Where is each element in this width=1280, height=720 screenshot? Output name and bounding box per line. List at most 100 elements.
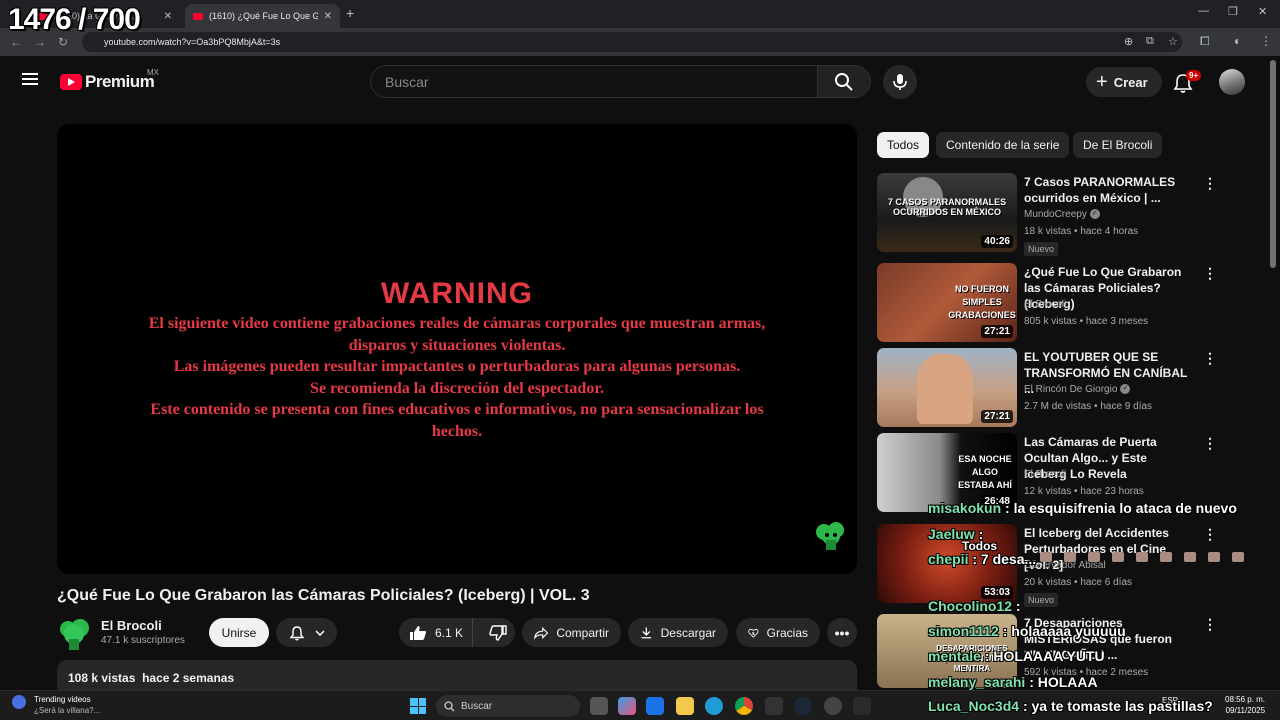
recommendation-item[interactable]: NO FUERON SIMPLES GRABACIONES 27:21 ¿Qué… bbox=[877, 263, 1217, 345]
recommendation-channel[interactable]: El Brocoli bbox=[1024, 469, 1066, 480]
browser-menu-icon[interactable]: ⋮ bbox=[1260, 34, 1272, 48]
chip-series-content[interactable]: Contenido de la serie bbox=[936, 132, 1070, 158]
video-thumbnail[interactable]: 27:21 bbox=[877, 348, 1017, 427]
extensions-icon[interactable]: ⧠ bbox=[1200, 34, 1210, 49]
chat-text: : HOLAAAA YUTU bbox=[984, 648, 1105, 664]
maximize-icon[interactable]: ❐ bbox=[1228, 5, 1238, 18]
search-input[interactable] bbox=[371, 66, 817, 97]
stream-counter: 1476 / 700 bbox=[8, 3, 141, 36]
store-icon[interactable] bbox=[646, 697, 664, 715]
dislike-button[interactable] bbox=[481, 618, 515, 647]
voice-search-button[interactable] bbox=[883, 65, 917, 99]
share-button[interactable]: Compartir bbox=[522, 618, 621, 647]
back-icon[interactable]: ← bbox=[10, 35, 22, 49]
more-vertical-icon[interactable]: ⋮ bbox=[1203, 265, 1217, 282]
tab-label: (1610) ¿Qué Fue Lo Que Grabaron bbox=[209, 11, 318, 21]
close-tab-icon[interactable]: ✕ bbox=[164, 11, 172, 22]
start-menu-icon[interactable] bbox=[410, 698, 426, 714]
recommendation-channel[interactable]: El Rincón De Giorgio ✓ bbox=[1024, 384, 1131, 395]
user-avatar[interactable] bbox=[1219, 69, 1245, 95]
file-explorer-icon[interactable] bbox=[676, 697, 694, 715]
omnibox[interactable]: youtube.com/watch?v=Oa3bPQ8MbjA&t=3s ⊕ ⧉… bbox=[82, 32, 1182, 52]
channel-name: El Rincón De Giorgio bbox=[1024, 384, 1118, 395]
system-clock[interactable]: 08:56 p. m. 09/11/2025 bbox=[1225, 694, 1265, 716]
views: 18 k vistas bbox=[1024, 226, 1072, 237]
view-and-date: 108 k vistas hace 2 semanas bbox=[68, 671, 234, 685]
age: hace 9 días bbox=[1100, 401, 1153, 412]
chat-user: mentale bbox=[928, 648, 981, 664]
download-button[interactable]: Descargar bbox=[628, 618, 728, 647]
search-box[interactable] bbox=[370, 65, 818, 98]
channel-avatar[interactable] bbox=[57, 617, 91, 651]
new-badge: Nuevo bbox=[1024, 593, 1059, 607]
more-vertical-icon[interactable]: ⋮ bbox=[1203, 526, 1217, 543]
clock-date: 09/11/2025 bbox=[1225, 706, 1266, 715]
warning-line: El siguiente video contiene grabaciones … bbox=[148, 315, 766, 332]
search-button[interactable] bbox=[817, 65, 871, 98]
youtube-favicon-icon bbox=[193, 12, 203, 20]
youtube-play-icon bbox=[60, 74, 82, 90]
more-vertical-icon[interactable]: ⋮ bbox=[1203, 435, 1217, 452]
new-tab-icon[interactable]: + bbox=[346, 5, 354, 21]
profile-icon[interactable]: ◐ bbox=[1234, 34, 1241, 48]
video-thumbnail[interactable]: NO FUERON SIMPLES GRABACIONES 27:21 bbox=[877, 263, 1017, 342]
recommendation-item[interactable]: 27:21 EL YOUTUBER QUE SE TRANSFORMÓ EN C… bbox=[877, 348, 1217, 430]
close-window-icon[interactable]: ✕ bbox=[1258, 5, 1267, 18]
recommendation-item[interactable]: 7 CASOS PARANORMALES OCURRIDOS EN MÉXICO… bbox=[877, 173, 1217, 256]
youtube-premium-logo[interactable]: Premium bbox=[60, 72, 155, 92]
more-actions-button[interactable]: ••• bbox=[827, 618, 857, 647]
more-vertical-icon[interactable]: ⋮ bbox=[1203, 350, 1217, 367]
video-title: ¿Qué Fue Lo Que Grabaron las Cámaras Pol… bbox=[57, 587, 590, 604]
task-view-icon[interactable] bbox=[590, 697, 608, 715]
steam-icon[interactable] bbox=[794, 697, 812, 715]
cast-icon[interactable]: ⧉ bbox=[1146, 35, 1154, 48]
minimize-icon[interactable]: — bbox=[1198, 5, 1209, 17]
recommendation-title[interactable]: 7 Casos PARANORMALES ocurridos en México… bbox=[1024, 174, 1192, 206]
menu-icon[interactable] bbox=[22, 73, 38, 85]
chip-todos[interactable]: Todos bbox=[877, 132, 930, 158]
chrome-icon[interactable] bbox=[735, 697, 753, 715]
thumbnail-text: NO FUERON SIMPLES GRABACIONES bbox=[948, 284, 1016, 320]
bookmark-star-icon[interactable]: ☆ bbox=[1168, 35, 1178, 48]
video-thumbnail[interactable]: 7 CASOS PARANORMALES OCURRIDOS EN MÉXICO… bbox=[877, 173, 1017, 252]
trending-widget[interactable]: Trending videos ¿Será la villana?... bbox=[34, 694, 100, 716]
reload-icon[interactable]: ↻ bbox=[58, 35, 68, 49]
app-icon[interactable] bbox=[765, 697, 783, 715]
thanks-button[interactable]: $ Gracias bbox=[736, 618, 820, 647]
recommendation-channel[interactable]: MundoCreepy ✓ bbox=[1024, 209, 1100, 220]
taskbar-search[interactable]: Buscar bbox=[436, 695, 580, 717]
close-tab-icon[interactable]: ✕ bbox=[324, 11, 332, 22]
microphone-icon bbox=[893, 74, 907, 90]
like-count: 6.1 K bbox=[435, 625, 464, 640]
chat-message: Luca_Noc3d4 : ya te tomaste las pastilla… bbox=[928, 698, 1213, 714]
app-icon[interactable] bbox=[853, 697, 871, 715]
country-code: MX bbox=[147, 68, 159, 77]
forward-icon[interactable]: → bbox=[34, 35, 46, 49]
chat-user: simon1112 bbox=[928, 623, 999, 639]
obs-icon[interactable] bbox=[824, 697, 842, 715]
more-vertical-icon[interactable]: ⋮ bbox=[1203, 616, 1217, 633]
subscription-notifications-button[interactable] bbox=[276, 618, 337, 647]
join-button[interactable]: Unirse bbox=[209, 618, 269, 647]
video-duration: 27:21 bbox=[981, 325, 1013, 338]
verified-check-icon: ✓ bbox=[1089, 209, 1100, 220]
trend-subtitle: ¿Será la villana?... bbox=[34, 706, 101, 715]
more-vertical-icon[interactable]: ⋮ bbox=[1203, 175, 1217, 192]
thumbs-down-icon bbox=[489, 624, 507, 641]
edge-icon[interactable] bbox=[705, 697, 723, 715]
create-button[interactable]: + Crear bbox=[1086, 67, 1162, 97]
chat-text: : HOLAAA bbox=[1029, 674, 1098, 690]
like-button[interactable]: 6.1 K bbox=[399, 618, 473, 647]
url-text[interactable]: youtube.com/watch?v=Oa3bPQ8MbjA&t=3s bbox=[104, 37, 280, 47]
page-scrollbar[interactable] bbox=[1270, 60, 1276, 268]
channel-watermark-icon[interactable] bbox=[814, 522, 848, 552]
video-player[interactable]: WARNING El siguiente video contiene grab… bbox=[57, 124, 857, 574]
video-duration: 27:21 bbox=[981, 410, 1013, 423]
widgets-icon[interactable] bbox=[12, 695, 26, 709]
browser-tab-active[interactable]: (1610) ¿Qué Fue Lo Que Grabaron ✕ bbox=[185, 4, 340, 28]
channel-name[interactable]: El Brocoli bbox=[101, 618, 162, 633]
zoom-icon[interactable]: ⊕ bbox=[1124, 35, 1133, 48]
chip-from-channel[interactable]: De El Brocoli bbox=[1073, 132, 1163, 158]
copilot-icon[interactable] bbox=[618, 697, 636, 715]
recommendation-channel[interactable]: El Brocoli bbox=[1024, 299, 1066, 310]
